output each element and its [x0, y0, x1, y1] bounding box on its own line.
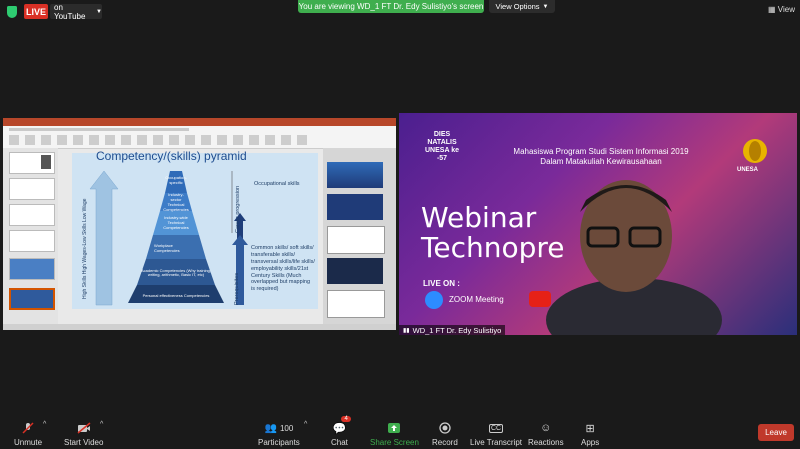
live-youtube-dropdown[interactable]: on YouTube ▼	[50, 2, 102, 21]
chevron-up-icon[interactable]: ^	[100, 421, 103, 428]
video-off-icon	[76, 422, 92, 434]
closed-caption-icon: CC	[488, 423, 504, 433]
tier-personal: Personal effectiveness Competencies	[142, 292, 210, 298]
chat-button[interactable]: 💬 4 Chat	[331, 416, 351, 447]
apps-button[interactable]: ⊞ Apps	[581, 422, 600, 448]
webinar-heading-1: Mahasiswa Program Studi Sistem Informasi…	[513, 147, 689, 156]
career-progression-label: Career progression	[235, 185, 241, 233]
smiley-icon: ☺	[540, 422, 552, 434]
speaker-person	[546, 170, 722, 362]
tier-workplace: Workplace Competencies	[154, 243, 180, 253]
participant-count: 100	[279, 423, 294, 433]
unesa-logo-icon	[735, 137, 775, 167]
design-idea-thumb[interactable]	[327, 162, 383, 188]
start-video-button[interactable]: Start Video	[64, 422, 103, 447]
dies-natalis-text: DIES NATALIS UNESA ke -57	[425, 131, 459, 163]
view-label: View	[777, 5, 795, 14]
signal-icon: ▮▮	[403, 327, 410, 334]
participants-button[interactable]: 👥 100 Participants	[258, 422, 300, 448]
chevron-up-icon[interactable]: ^	[304, 421, 307, 428]
leave-button[interactable]: Leave	[758, 424, 794, 441]
slide-thumb[interactable]	[9, 204, 55, 226]
slide-thumb[interactable]	[9, 152, 55, 174]
record-label: Record	[432, 438, 458, 447]
start-video-label: Start Video	[64, 438, 104, 447]
record-button[interactable]: Record	[432, 422, 458, 447]
reactions-button[interactable]: ☺ Reactions	[528, 422, 564, 447]
webinar-title: Webinar	[421, 201, 537, 234]
slide-canvas: Competency/(skills) pyramid Personal eff…	[72, 149, 318, 309]
tier-industry-wide: Industry-wide Technical Competencies	[163, 214, 189, 230]
tier-industry-sector: Industry-sector Technical Competencies	[163, 192, 189, 212]
live-transcript-button[interactable]: CC Live Transcript	[470, 422, 522, 447]
prerequisites-label: Prerequisites	[234, 272, 240, 305]
apps-label: Apps	[581, 438, 600, 447]
chat-label: Chat	[331, 438, 348, 447]
live-on-label: LIVE ON :	[423, 279, 460, 288]
chevron-down-icon: ▼	[542, 3, 549, 10]
microphone-muted-icon	[20, 422, 36, 434]
security-shield-icon[interactable]	[7, 6, 17, 18]
slide-thumbnails	[3, 148, 58, 324]
ppt-ribbon	[3, 126, 396, 149]
ppt-title-bar	[3, 118, 396, 126]
screen-share-banner: You are viewing WD_1 FT Dr. Edy Sulistiy…	[298, 0, 484, 13]
zoom-meeting-label: ZOOM Meeting	[449, 295, 504, 304]
common-skills-note: Common skills/ soft skills/ transferable…	[251, 245, 315, 293]
grid-icon: ▦	[768, 5, 776, 14]
meeting-toolbar: Unmute ^ Start Video ^ 👥 100 Participants …	[0, 415, 800, 449]
reactions-label: Reactions	[528, 438, 564, 447]
participants-icon: 👥 100	[264, 422, 294, 434]
chevron-up-icon[interactable]: ^	[43, 421, 46, 428]
view-options-button[interactable]: View Options ▼	[489, 0, 555, 13]
record-icon	[437, 422, 453, 434]
unesa-label: UNESA	[737, 167, 759, 173]
ppt-status-bar	[3, 324, 396, 330]
tier-academic: Academic Competencies (Why training, wri…	[140, 267, 212, 277]
live-transcript-label: Live Transcript	[470, 438, 523, 447]
live-badge[interactable]: LIVE	[24, 4, 48, 19]
slide-thumb[interactable]	[9, 258, 55, 280]
webinar-heading-2: Dalam Matakuliah Kewirausahaan	[540, 157, 662, 166]
youtube-label: on YouTube	[54, 2, 86, 21]
slide-thumb[interactable]	[9, 178, 55, 200]
speaker-name-label: ▮▮ WD_1 FT Dr. Edy Sulistiyo	[399, 325, 506, 335]
speaker-name: WD_1 FT Dr. Edy Sulistiyo	[412, 325, 502, 335]
design-idea-thumb[interactable]	[327, 194, 383, 220]
unmute-label: Unmute	[14, 438, 43, 447]
design-idea-thumb[interactable]	[327, 258, 383, 284]
view-options-label: View Options	[495, 2, 540, 11]
left-arrow-text: High Skills High Wages-Low Skills Low Wa…	[82, 198, 88, 300]
slide-thumb-active[interactable]	[9, 288, 55, 310]
share-screen-icon	[386, 422, 402, 434]
chevron-down-icon: ▼	[96, 8, 102, 15]
slide-title: Competency/(skills) pyramid	[96, 149, 247, 163]
slide-thumb[interactable]	[9, 230, 55, 252]
tier-occupation: Occupation-specific	[165, 175, 187, 185]
chat-icon: 💬 4	[331, 416, 351, 435]
unmute-button[interactable]: Unmute	[14, 422, 42, 447]
design-ideas-pane	[323, 148, 396, 324]
design-idea-thumb[interactable]	[327, 290, 385, 318]
zoom-logo-icon	[425, 291, 443, 309]
share-screen-button[interactable]: Share Screen	[370, 422, 419, 447]
occupational-skills-note: Occupational skills	[254, 181, 300, 187]
view-button[interactable]: ▦ View	[768, 5, 795, 14]
participants-label: Participants	[258, 438, 300, 447]
webinar-subtitle: Technopre	[421, 231, 565, 264]
design-idea-thumb[interactable]	[327, 226, 385, 254]
apps-icon: ⊞	[585, 422, 595, 435]
share-screen-label: Share Screen	[370, 438, 419, 447]
chat-badge: 4	[341, 416, 351, 422]
